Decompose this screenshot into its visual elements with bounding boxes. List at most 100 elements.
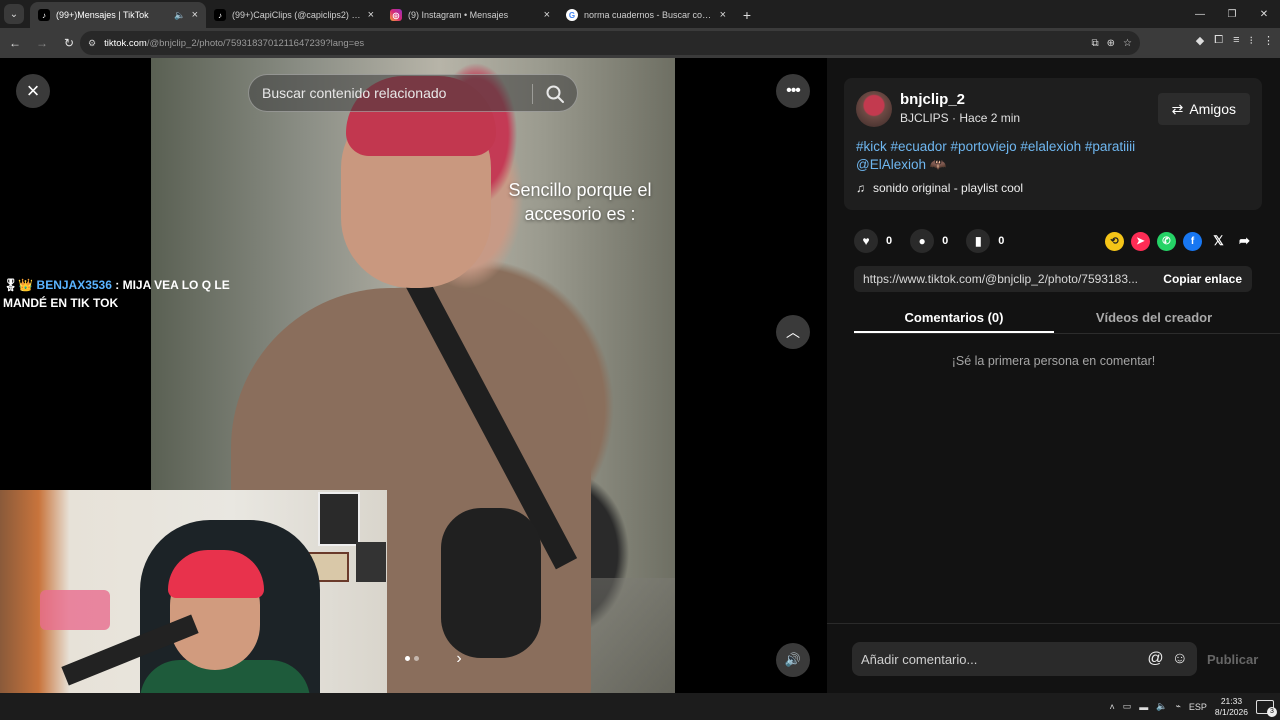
clock-time: 21:33	[1220, 695, 1243, 706]
post-info-card: bnjclip_2 BJCLIPS · Hace 2 min ⇄ Amigos …	[844, 78, 1262, 210]
mention-link[interactable]: @ElAlexioh	[856, 157, 926, 172]
chat-username: BENJAX3536	[36, 278, 112, 292]
wall-poster	[356, 542, 386, 582]
hashtags[interactable]: #kick #ecuador #portoviejo #elalexioh #p…	[856, 139, 1135, 154]
battery-icon[interactable]: ▬	[1139, 702, 1148, 712]
search-icon[interactable]	[545, 84, 565, 104]
carousel-dot[interactable]	[405, 656, 410, 661]
tab-comments[interactable]: Comentarios (0)	[854, 304, 1054, 333]
close-tab-icon[interactable]: ×	[368, 9, 374, 21]
friends-button[interactable]: ⇄ Amigos	[1157, 93, 1250, 125]
zoom-icon[interactable]: ⊕	[1107, 38, 1115, 49]
author-display-name: BJCLIPS	[900, 111, 949, 125]
install-app-icon[interactable]: ⧉	[1092, 38, 1099, 49]
related-search-input[interactable]: Buscar contenido relacionado	[248, 74, 578, 112]
notification-center-icon[interactable]: 3	[1256, 699, 1277, 717]
close-tab-icon[interactable]: ×	[192, 9, 198, 21]
chat-badge-icon: 🎖👑	[3, 278, 34, 292]
os-taskbar: ˄ ▭ ▬ 🔈 ⌁ ESP 21:33 8/1/2026 3	[0, 693, 1280, 720]
speaker-icon[interactable]: 🔈	[174, 10, 185, 21]
extensions-puzzle-icon[interactable]: ⧠	[1214, 34, 1223, 47]
site-info-icon[interactable]: ⚙	[88, 38, 96, 49]
save-count: 0	[998, 235, 1005, 247]
avatar[interactable]	[856, 91, 892, 127]
clock[interactable]: 21:33 8/1/2026	[1215, 696, 1248, 718]
browser-tab-google[interactable]: G norma cuadernos - Buscar con G ×	[558, 2, 734, 28]
url-path: /@bnjclip_2/photo/7593183701211647239?la…	[146, 37, 365, 49]
search-placeholder: Buscar contenido relacionado	[262, 85, 447, 101]
new-tab-button[interactable]: +	[734, 2, 760, 28]
language-indicator[interactable]: ESP	[1189, 702, 1207, 712]
google-icon: G	[566, 9, 578, 21]
wall-poster	[318, 492, 360, 546]
author-username[interactable]: bnjclip_2	[900, 91, 965, 108]
close-window-icon[interactable]: ✕	[1248, 9, 1280, 20]
volume-tray-icon[interactable]: 🔈	[1156, 701, 1167, 712]
comment-button[interactable]: ● 0	[910, 229, 948, 253]
instagram-icon: ◎	[390, 9, 402, 21]
search-divider	[532, 84, 533, 104]
tab-creator-videos[interactable]: Vídeos del creador	[1054, 304, 1254, 333]
close-tab-icon[interactable]: ×	[544, 9, 550, 21]
publish-button[interactable]: Publicar	[1207, 652, 1258, 667]
whatsapp-icon[interactable]: ✆	[1157, 231, 1176, 251]
like-button[interactable]: ♥ 0	[854, 229, 892, 253]
tiktok-page: × Buscar contenido relacionado ••• Senci…	[0, 58, 1280, 720]
browser-tab-tiktok-mensajes[interactable]: ♪ (99+)Mensajes | TikTok 🔈 ×	[30, 2, 206, 28]
music-note-icon: ♫	[856, 181, 865, 195]
emoji-icon[interactable]: ☺	[1172, 650, 1188, 668]
reload-icon[interactable]: ↻	[57, 31, 81, 55]
x-icon[interactable]: 𝕏	[1209, 232, 1228, 251]
previous-post-chevron-up-icon[interactable]: ︿	[776, 315, 810, 349]
mention-at-icon[interactable]: @	[1147, 650, 1163, 668]
chevron-up-icon[interactable]: ˄	[1109, 702, 1114, 712]
tab-title: norma cuadernos - Buscar con G	[584, 10, 714, 20]
browser-tab-capiclips[interactable]: ♪ (99+)CapiClips (@capiclips2) | T ×	[206, 2, 382, 28]
friends-label: Amigos	[1189, 101, 1236, 117]
close-viewer-button[interactable]: ×	[16, 74, 50, 108]
comment-count: 0	[942, 235, 949, 247]
extension-diamond-icon[interactable]: ◆	[1196, 34, 1204, 47]
back-icon[interactable]: ←	[3, 31, 27, 55]
restore-icon[interactable]: ❐	[1216, 9, 1248, 20]
browser-tab-instagram[interactable]: ◎ (9) Instagram • Mensajes ×	[382, 2, 558, 28]
post-description: #kick #ecuador #portoviejo #elalexioh #p…	[856, 138, 1252, 174]
comment-placeholder: Añadir comentario...	[861, 651, 978, 667]
bookmark-star-icon[interactable]: ☆	[1123, 38, 1132, 49]
send-to-friends-icon[interactable]: ➤	[1131, 231, 1150, 251]
window-controls: — ❐ ✕	[1184, 0, 1280, 28]
comment-input[interactable]: Añadir comentario... @ ☺	[852, 642, 1197, 676]
browser-menu-icon[interactable]: ⋮	[1263, 34, 1274, 47]
more-options-icon[interactable]: •••	[776, 74, 810, 108]
clock-date: 8/1/2026	[1214, 706, 1248, 717]
tab-search-button[interactable]: ⌄	[4, 4, 24, 24]
volume-icon[interactable]: 🔊	[776, 643, 810, 677]
post-link[interactable]: https://www.tiktok.com/@bnjclip_2/photo/…	[854, 272, 1153, 286]
embed-icon[interactable]: ⟲	[1105, 231, 1124, 251]
network-icon[interactable]: ▭	[1123, 701, 1132, 712]
save-button[interactable]: ▮ 0	[966, 229, 1004, 253]
profile-icon[interactable]: ⁝	[1250, 34, 1254, 47]
minimize-icon[interactable]: —	[1184, 9, 1216, 20]
photo-bag	[441, 508, 541, 658]
forward-icon[interactable]: →	[30, 31, 54, 55]
bat-emoji-icon: 🦇	[929, 157, 947, 172]
swap-arrows-icon: ⇄	[1171, 100, 1184, 117]
url-host: tiktok.com	[104, 37, 147, 49]
address-bar[interactable]: ⚙ tiktok.com/@bnjclip_2/photo/7593183701…	[80, 31, 1140, 55]
facebook-icon[interactable]: f	[1183, 231, 1202, 251]
system-tray: ˄ ▭ ▬ 🔈 ⌁ ESP 21:33 8/1/2026 3	[1109, 696, 1280, 718]
pink-light	[40, 590, 110, 630]
stream-chat-message: 🎖👑 BENJAX3536 : MIJA VEA LO Q LE MANDÉ E…	[3, 276, 273, 312]
post-actions: ♥ 0 ● 0 ▮ 0 ⟲ ➤ ✆ f 𝕏 ➦	[854, 228, 1254, 254]
close-tab-icon[interactable]: ×	[720, 9, 726, 21]
media-control-icon[interactable]: ≡	[1233, 34, 1239, 47]
usb-icon[interactable]: ⌁	[1175, 701, 1180, 712]
copy-link-button[interactable]: Copiar enlace	[1153, 272, 1252, 286]
carousel-dot[interactable]	[414, 656, 419, 661]
sound-link[interactable]: ♫ sonido original - playlist cool	[856, 181, 1023, 195]
copy-link-box: https://www.tiktok.com/@bnjclip_2/photo/…	[854, 266, 1252, 292]
photo-viewer: × Buscar contenido relacionado ••• Senci…	[0, 58, 827, 720]
share-arrow-icon[interactable]: ➦	[1235, 232, 1254, 251]
next-photo-chevron-right-icon[interactable]: ›	[448, 648, 470, 670]
